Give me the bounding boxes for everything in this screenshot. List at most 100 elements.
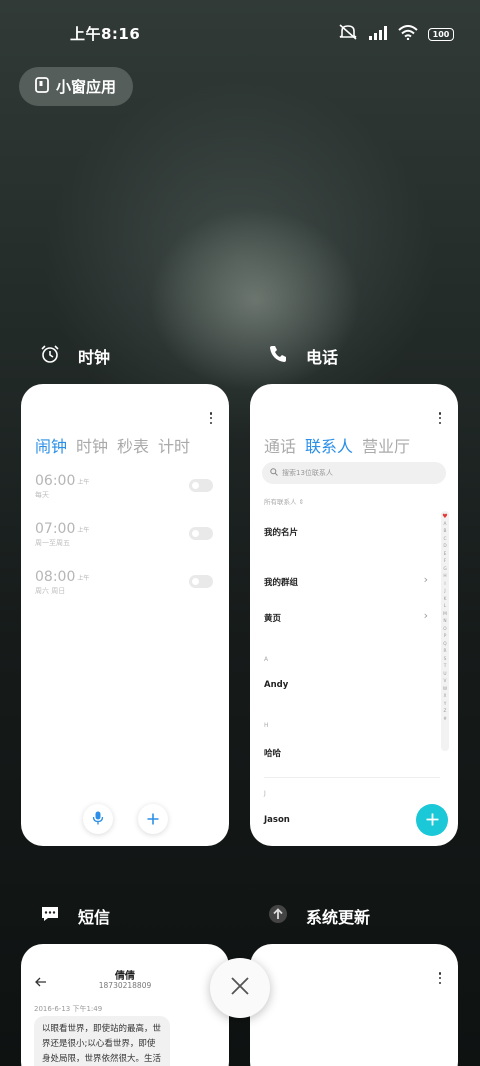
index-letter[interactable]: G [443, 566, 446, 574]
microphone-icon [92, 810, 104, 829]
index-letter[interactable]: O [443, 626, 446, 634]
phone-app-card[interactable]: 通话 联系人 营业厅 搜索13位联系人 所有联系人 ⇕ 我的名片 我的群组 › … [250, 384, 458, 846]
contact-item[interactable]: Jason [264, 815, 290, 825]
tab-clock[interactable]: 时钟 [76, 433, 108, 457]
alarm-time: 06:00 [35, 473, 76, 489]
alarm-clock-icon [40, 344, 60, 368]
index-letter[interactable]: H [443, 573, 446, 581]
index-letter[interactable]: D [443, 543, 446, 551]
alarm-period: 上午 [77, 479, 90, 486]
search-placeholder: 搜索13位联系人 [282, 469, 333, 477]
tab-service-hall[interactable]: 营业厅 [362, 433, 410, 457]
index-letter[interactable]: Y [444, 701, 447, 709]
clock-app-card[interactable]: 闹钟 时钟 秒表 计时 06:00 上午 每天 07:00 上午 周一至周五 08:… [21, 384, 229, 846]
chevron-right-icon: › [423, 573, 428, 586]
index-letter[interactable]: X [444, 693, 447, 701]
index-letter[interactable]: S [444, 656, 447, 664]
small-window-icon [35, 76, 49, 97]
message-bubble-icon [40, 904, 60, 928]
contact-item[interactable]: Andy [264, 680, 288, 690]
more-menu-icon[interactable] [209, 412, 213, 424]
index-letter[interactable]: R [444, 648, 447, 656]
index-letter[interactable]: F [444, 558, 446, 566]
tab-timer[interactable]: 计时 [158, 433, 190, 457]
phone-icon [268, 344, 288, 368]
tab-stopwatch[interactable]: 秒表 [117, 433, 149, 457]
alarm-item[interactable]: 07:00 上午 周一至周五 [35, 521, 215, 548]
index-letter[interactable]: C [443, 536, 446, 544]
my-groups-row[interactable]: 我的群组 [264, 576, 298, 588]
messages-app-label: 短信 [40, 904, 110, 928]
plus-icon [426, 811, 439, 830]
alarm-time: 07:00 [35, 521, 76, 537]
index-letter[interactable]: Z [444, 708, 447, 716]
voice-alarm-button[interactable] [83, 804, 113, 834]
phone-app-name: 电话 [306, 348, 339, 367]
add-contact-button[interactable] [416, 804, 448, 836]
messages-app-card[interactable]: 倩倩 18730218809 2016-6-13 下午1:49 以眼看世界，即使… [21, 944, 229, 1066]
alarm-repeat: 周一至周五 [35, 539, 70, 547]
status-bar: 上午8:16 100 [0, 0, 480, 66]
contact-search-input[interactable]: 搜索13位联系人 [262, 462, 446, 484]
index-letter[interactable]: B [444, 528, 447, 536]
all-contacts-filter[interactable]: 所有联系人 ⇕ [264, 496, 304, 506]
index-letter[interactable]: L [444, 603, 446, 611]
clock-app-name: 时钟 [78, 348, 111, 367]
my-card-row[interactable]: 我的名片 [264, 526, 298, 538]
tab-calls[interactable]: 通话 [264, 433, 296, 457]
search-icon [270, 468, 278, 478]
small-window-apps-button[interactable]: 小窗应用 [19, 67, 133, 106]
system-update-app-label: 系统更新 [268, 904, 370, 928]
alarm-period: 上午 [77, 527, 90, 534]
alarm-period: 上午 [77, 575, 90, 582]
update-arrow-icon [268, 904, 288, 928]
conversation-contact-name: 倩倩 [115, 971, 135, 982]
more-menu-icon[interactable] [438, 972, 442, 984]
section-letter: H [264, 722, 269, 729]
index-letter[interactable]: J [444, 588, 445, 596]
index-letter[interactable]: M [443, 611, 447, 619]
divider [264, 777, 440, 778]
index-letter[interactable]: Q [443, 641, 446, 649]
alarm-toggle[interactable] [189, 575, 213, 588]
status-time: 上午8:16 [70, 25, 141, 43]
alarm-item[interactable]: 06:00 上午 每天 [35, 473, 215, 500]
index-letter[interactable]: W [443, 686, 447, 694]
tab-alarm[interactable]: 闹钟 [35, 433, 67, 457]
section-letter: A [264, 656, 269, 663]
index-letter[interactable]: # [443, 716, 447, 724]
alarm-toggle[interactable] [189, 479, 213, 492]
index-letter[interactable]: A [444, 521, 447, 529]
phone-tabs: 通话 联系人 营业厅 [264, 433, 410, 457]
conversation-contact-number: 18730218809 [98, 981, 152, 990]
alphabet-index-bar[interactable]: ♥ A B C D E F G H I J K L M N O P Q R S T U V W X Y Z # [441, 511, 449, 751]
alarm-repeat: 每天 [35, 491, 49, 499]
clear-all-apps-button[interactable] [210, 958, 270, 1018]
message-timestamp: 2016-6-13 下午1:49 [34, 1005, 103, 1013]
contact-item[interactable]: 哈哈 [264, 747, 281, 759]
wifi-icon [398, 24, 418, 44]
index-letter[interactable]: K [444, 596, 447, 604]
tab-contacts[interactable]: 联系人 [305, 433, 353, 457]
more-menu-icon[interactable] [438, 412, 442, 424]
add-alarm-button[interactable] [138, 804, 168, 834]
clock-tabs: 闹钟 时钟 秒表 计时 [35, 433, 190, 457]
index-letter[interactable]: T [444, 663, 447, 671]
messages-app-name: 短信 [78, 908, 111, 927]
index-letter[interactable]: ♥ [442, 513, 447, 521]
index-letter[interactable]: N [443, 618, 446, 626]
alarm-repeat: 周六 周日 [35, 587, 66, 595]
alarm-toggle[interactable] [189, 527, 213, 540]
alarm-item[interactable]: 08:00 上午 周六 周日 [35, 569, 215, 596]
index-letter[interactable]: V [444, 678, 447, 686]
index-letter[interactable]: U [443, 671, 446, 679]
yellow-pages-row[interactable]: 黄页 [264, 612, 281, 624]
index-letter[interactable]: I [444, 581, 445, 589]
section-letter: J [264, 790, 266, 797]
index-letter[interactable]: E [444, 551, 447, 559]
close-icon [230, 976, 250, 1000]
system-update-app-card[interactable] [250, 944, 458, 1066]
battery-indicator: 100 [428, 27, 454, 41]
index-letter[interactable]: P [444, 633, 447, 641]
signal-icon [368, 25, 388, 44]
